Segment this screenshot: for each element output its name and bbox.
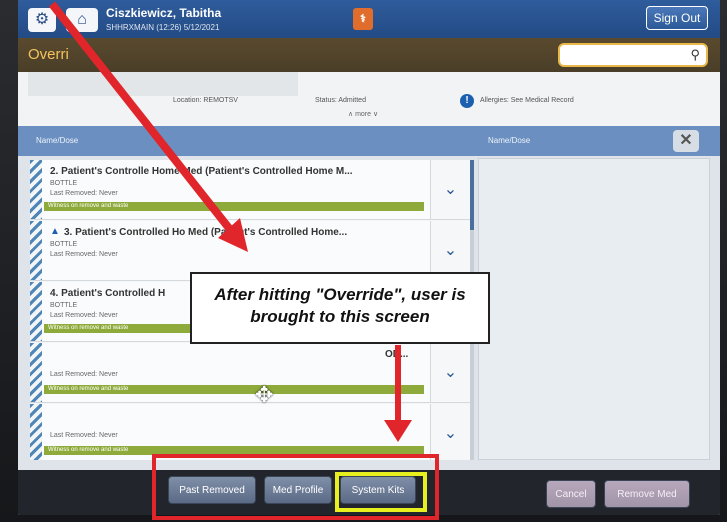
item-form: BOTTLE — [50, 180, 78, 187]
item-last-removed: Last Removed: Never — [50, 312, 118, 319]
scrollbar-thumb[interactable] — [470, 160, 474, 230]
status-label: Status: Admitted — [315, 97, 366, 104]
item-stripe — [30, 160, 42, 219]
selected-meds-panel — [478, 158, 710, 460]
item-last-removed: Last Removed: Never — [50, 432, 118, 439]
page-title: Overri — [28, 46, 69, 63]
home-icon[interactable]: ⌂ — [66, 8, 98, 32]
item-last-removed: Last Removed: Never — [50, 371, 118, 378]
list-item[interactable]: 2. Patient's Controlle Home Med (Patient… — [30, 160, 470, 220]
search-icon[interactable]: ⚲ — [690, 47, 700, 63]
patient-info-bar: Location: REMOTSV Status: Admitted ∧ mor… — [18, 72, 720, 126]
redacted-area — [28, 72, 298, 96]
item-stripe — [30, 282, 42, 341]
item-last-removed: Last Removed: Never — [50, 251, 118, 258]
item-title: OD... — [385, 349, 409, 360]
item-note: Witness on remove and waste — [44, 385, 424, 394]
item-title: 3. Patient's Controlled Ho Med (Patient'… — [64, 227, 348, 238]
chevron-down-icon[interactable]: ⌄ — [430, 404, 470, 460]
allergies-label: Allergies: See Medical Record — [480, 97, 574, 104]
cancel-button[interactable]: Cancel — [546, 480, 596, 508]
list-item[interactable]: Last Removed: Never Witness on remove an… — [30, 404, 470, 460]
item-form: BOTTLE — [50, 241, 78, 248]
close-icon[interactable]: ✕ — [673, 130, 699, 152]
item-stripe — [30, 343, 42, 402]
sign-out-button[interactable]: Sign Out — [646, 6, 708, 30]
item-stripe — [30, 404, 42, 460]
remove-med-button[interactable]: Remove Med — [604, 480, 690, 508]
list-item[interactable]: OD... Last Removed: Never Witness on rem… — [30, 343, 470, 403]
chevron-down-icon[interactable]: ⌄ — [430, 343, 470, 402]
screen: ⚙ ⌂ Ciszkiewicz, Tabitha SHHRXMAIN (12:2… — [18, 0, 720, 515]
patient-name: Ciszkiewicz, Tabitha — [106, 6, 222, 20]
left-column-header: Name/Dose — [18, 126, 476, 156]
search-input[interactable]: ⚲ — [558, 43, 708, 67]
pointer-cursor-icon: ✥ — [255, 382, 274, 407]
item-stripe — [30, 221, 42, 280]
chevron-down-icon[interactable]: ⌄ — [430, 160, 470, 219]
title-bar: Overri ⚲ — [18, 38, 720, 72]
item-title: 4. Patient's Controlled H — [50, 288, 166, 299]
item-note: Witness on remove and waste — [44, 202, 424, 211]
highlight-box-yellow — [335, 472, 427, 512]
item-last-removed: Last Removed: Never — [50, 190, 118, 197]
app-logo-icon: ⚕ — [353, 8, 373, 30]
gear-icon[interactable]: ⚙ — [28, 8, 56, 32]
location-label: Location: REMOTSV — [173, 97, 238, 104]
more-toggle[interactable]: ∧ more ∨ — [348, 110, 378, 118]
header-bar: ⚙ ⌂ Ciszkiewicz, Tabitha SHHRXMAIN (12:2… — [18, 0, 720, 38]
alert-icon: ! — [460, 94, 474, 108]
session-info: SHHRXMAIN (12:26) 5/12/2021 — [106, 23, 220, 32]
item-title: 2. Patient's Controlle Home Med (Patient… — [50, 166, 353, 177]
warning-icon: ▲ — [50, 226, 60, 237]
item-form: BOTTLE — [50, 302, 78, 309]
annotation-callout: After hitting "Override", user is brough… — [190, 272, 490, 344]
